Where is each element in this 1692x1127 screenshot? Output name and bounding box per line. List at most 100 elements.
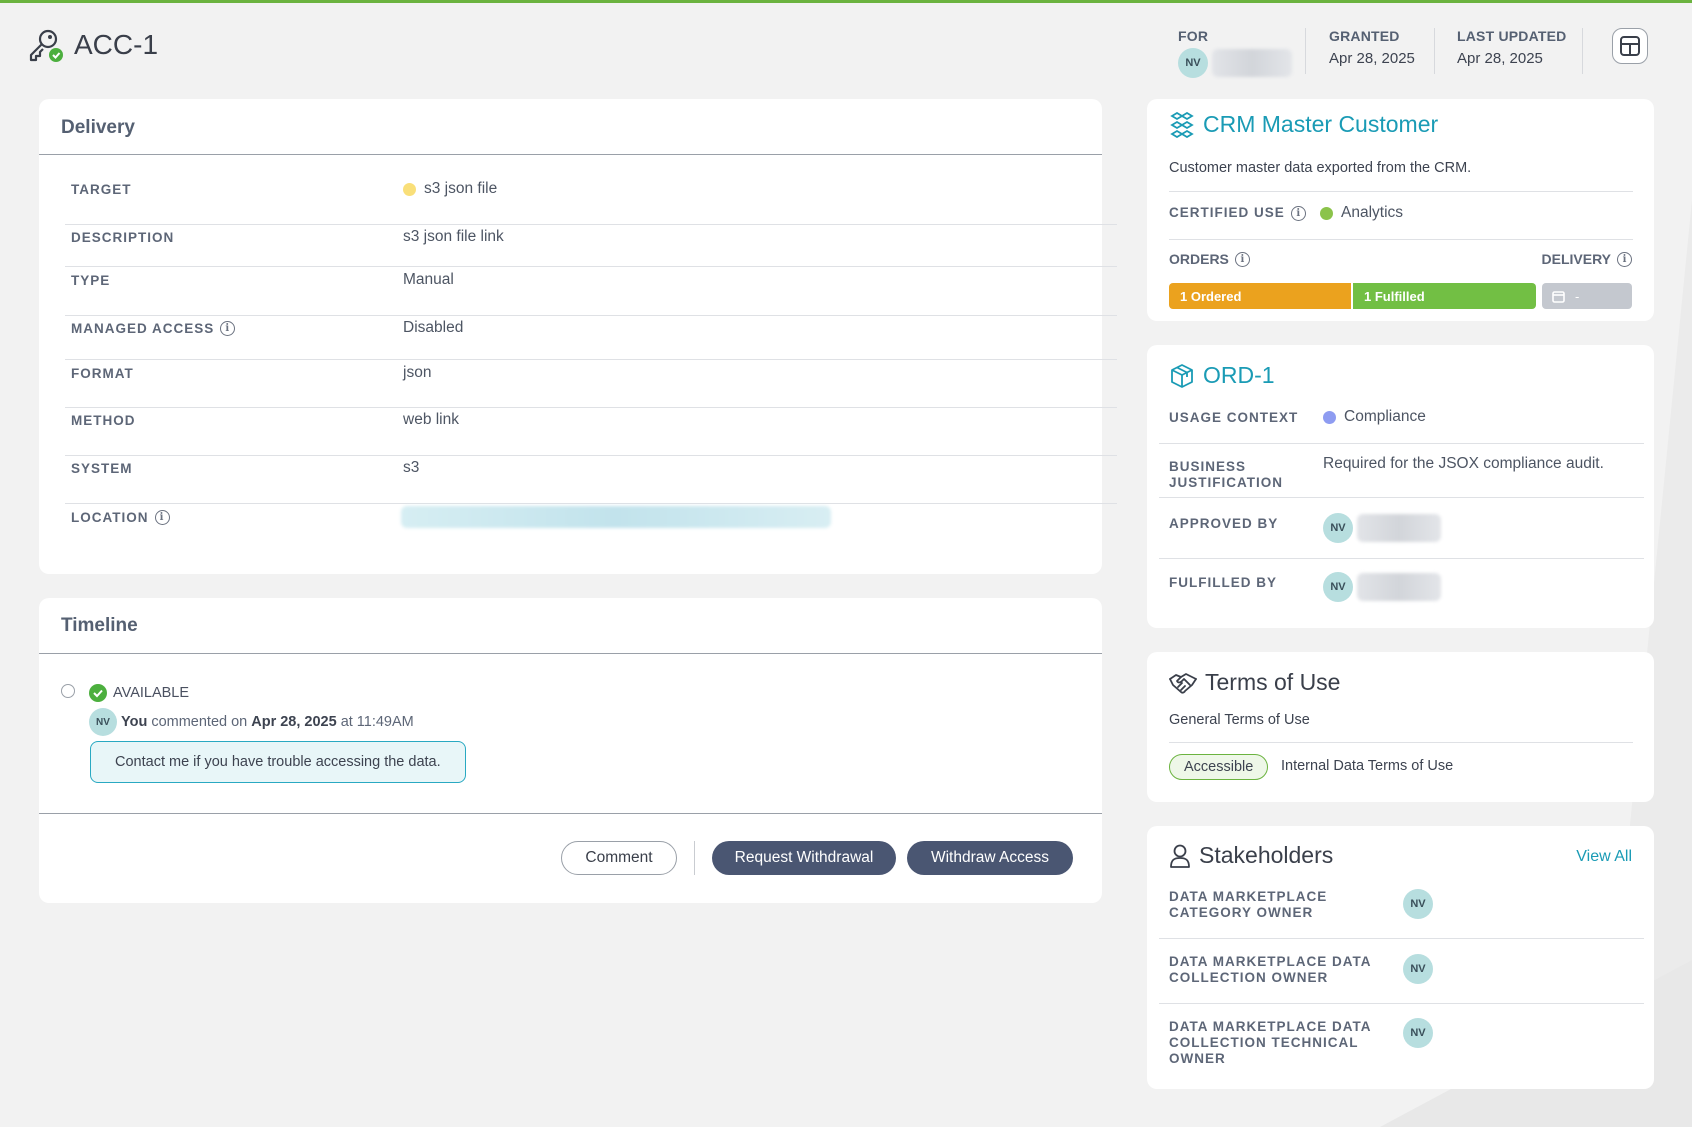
avatar: NV	[1178, 48, 1208, 78]
stakeholder-label: DATA MARKETPLACE DATA COLLECTION OWNER	[1169, 954, 1372, 985]
view-all-link[interactable]: View All	[1576, 848, 1632, 866]
format-value: json	[403, 364, 432, 381]
divider	[39, 653, 1102, 654]
type-value: Manual	[403, 271, 454, 288]
divider	[1159, 1003, 1644, 1004]
type-label: TYPE	[71, 272, 111, 288]
comment-time: 11:49AM	[356, 714, 414, 730]
info-icon[interactable]: i	[1290, 205, 1306, 221]
avatar: NV	[1403, 954, 1433, 984]
product-header[interactable]: CRM Master Customer	[1169, 111, 1438, 138]
managed-access-value: Disabled	[403, 319, 464, 336]
target-dot-icon	[403, 182, 416, 196]
timeline-node-icon	[61, 684, 75, 698]
for-label: FOR	[1178, 28, 1209, 44]
delivery-bar[interactable]: -	[1542, 283, 1632, 309]
stakeholders-card: Stakeholders View All DATA MARKETPLACE C…	[1147, 826, 1654, 1089]
managed-access-label: MANAGED ACCESS	[71, 320, 215, 336]
product-description: Customer master data exported from the C…	[1169, 160, 1472, 176]
divider	[39, 813, 1102, 814]
divider	[1169, 239, 1633, 240]
product-card: CRM Master Customer Customer master data…	[1147, 99, 1654, 321]
comment-button[interactable]: Comment	[561, 841, 677, 875]
delivery-label-group: DELIVERY i	[1542, 251, 1632, 267]
avatar: NV	[1403, 1018, 1433, 1048]
target-value: s3 json file	[424, 180, 498, 197]
granted-label: GRANTED	[1329, 28, 1400, 44]
format-label: FORMAT	[71, 365, 134, 381]
internal-terms-link[interactable]: Internal Data Terms of Use	[1281, 758, 1453, 774]
general-terms: General Terms of Use	[1169, 712, 1310, 728]
layout-toggle-button[interactable]	[1612, 28, 1648, 64]
divider	[65, 224, 1117, 225]
divider	[65, 315, 1117, 316]
timeline-title: Timeline	[61, 615, 138, 636]
delivery-card: Delivery TARGET s3 json file DESCRIPTION…	[39, 99, 1117, 574]
info-icon[interactable]: i	[1617, 251, 1632, 267]
page-title: ACC-1	[74, 29, 159, 60]
description-value: s3 json file link	[403, 228, 504, 245]
fulfilled-bar[interactable]: 1 Fulfilled	[1353, 283, 1536, 309]
fulfilled-by-label: FULFILLED BY	[1169, 575, 1277, 590]
avatar: NV	[1323, 572, 1353, 602]
terms-header: Terms of Use	[1169, 669, 1340, 696]
compliance-dot-icon	[1323, 410, 1336, 424]
delivery-bar-value: -	[1575, 288, 1580, 304]
check-circle-icon	[89, 684, 107, 702]
certified-use-label-group: CERTIFIED USE i	[1169, 205, 1306, 221]
redacted-user-name	[1212, 49, 1292, 77]
timeline-status: AVAILABLE	[89, 684, 189, 702]
comment-date: Apr 28, 2025	[251, 714, 337, 730]
access-key-icon	[29, 29, 63, 62]
last-updated-date: Apr 28, 2025	[1457, 50, 1543, 67]
orders-label-group: ORDERS i	[1169, 251, 1250, 267]
orders-label: ORDERS	[1169, 251, 1229, 267]
request-withdrawal-button[interactable]: Request Withdrawal	[712, 841, 896, 875]
info-icon[interactable]: i	[1234, 251, 1250, 267]
comment-author: You	[121, 714, 148, 730]
granted-section: GRANTED Apr 28, 2025	[1329, 28, 1415, 67]
usage-context-label: USAGE CONTEXT	[1169, 410, 1299, 425]
divider	[694, 841, 695, 875]
status-text: AVAILABLE	[113, 685, 190, 701]
ordered-bar[interactable]: 1 Ordered	[1169, 283, 1351, 309]
info-icon[interactable]: i	[220, 320, 236, 336]
usage-context-value-group: Compliance	[1323, 408, 1426, 426]
for-section: FOR NV	[1178, 28, 1292, 78]
analytics-dot-icon	[1320, 206, 1333, 220]
divider	[65, 266, 1117, 267]
certified-use-label: CERTIFIED USE	[1169, 205, 1285, 220]
divider	[1159, 558, 1644, 559]
withdraw-access-button[interactable]: Withdraw Access	[907, 841, 1073, 875]
handshake-icon	[1169, 672, 1197, 694]
last-updated-label: LAST UPDATED	[1457, 28, 1567, 44]
divider	[65, 503, 1117, 504]
redacted-location-link[interactable]	[401, 506, 831, 528]
approved-by-user: NV	[1323, 513, 1441, 543]
calendar-icon	[1552, 290, 1565, 303]
divider	[1159, 497, 1644, 498]
redacted-user-name	[1357, 514, 1441, 542]
approved-by-label: APPROVED BY	[1169, 516, 1279, 531]
timeline-card: Timeline AVAILABLE NV You commented on A…	[39, 598, 1102, 903]
stakeholders-header: Stakeholders	[1169, 842, 1333, 869]
method-value: web link	[403, 411, 459, 428]
stakeholder-label: DATA MARKETPLACE CATEGORY OWNER	[1169, 889, 1328, 920]
stakeholder-label: DATA MARKETPLACE DATA COLLECTION TECHNIC…	[1169, 1019, 1372, 1066]
comment-action: commented on	[151, 714, 248, 730]
comment-bubble: Contact me if you have trouble accessing…	[90, 741, 466, 783]
page-header: ACC-1	[26, 26, 158, 64]
info-icon[interactable]: i	[154, 509, 170, 525]
order-header[interactable]: ORD-1	[1169, 362, 1275, 389]
business-justification-label: BUSINESS JUSTIFICATION	[1169, 459, 1283, 490]
accessible-badge: Accessible	[1169, 754, 1269, 780]
top-accent-line	[0, 0, 1692, 3]
divider	[65, 359, 1117, 360]
comment-at: at	[340, 714, 353, 730]
divider	[1582, 28, 1583, 74]
redacted-user-name	[1357, 573, 1441, 601]
data-product-icon	[1170, 111, 1194, 138]
usage-context-value: Compliance	[1344, 408, 1426, 425]
business-justification-value: Required for the JSOX compliance audit.	[1323, 455, 1604, 472]
system-label: SYSTEM	[71, 460, 133, 476]
